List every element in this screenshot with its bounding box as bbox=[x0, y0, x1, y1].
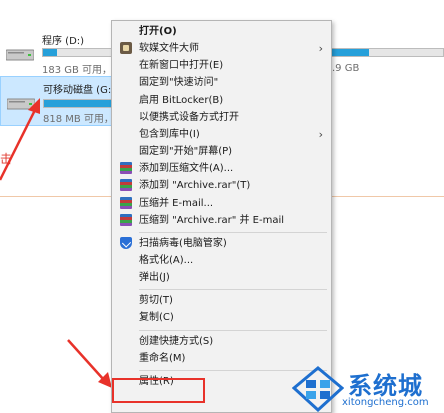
annotation-arrow-icon bbox=[67, 339, 112, 388]
context-menu-item[interactable]: 包含到库中(I) › bbox=[112, 126, 331, 143]
file-master-icon: file-master-icon bbox=[120, 42, 132, 55]
context-menu-item[interactable]: winrar-icon 压缩并 E-mail... bbox=[112, 195, 331, 212]
drive-usage-bar bbox=[330, 48, 444, 57]
watermark-url: xitongcheng.com bbox=[342, 397, 429, 408]
menu-separator bbox=[139, 289, 327, 291]
menu-item-label: 重命名(M) bbox=[139, 352, 186, 364]
drive-free-space: .9 GB bbox=[332, 63, 360, 74]
context-menu-item[interactable]: shield-icon 扫描病毒(电脑管家) bbox=[112, 235, 331, 252]
context-menu-item[interactable]: winrar-icon 压缩到 "Archive.rar" 并 E-mail bbox=[112, 212, 331, 229]
watermark: 系统城 xitongcheng.com bbox=[292, 366, 444, 412]
context-menu-item[interactable]: 格式化(A)... bbox=[112, 252, 331, 269]
menu-item-label: 添加到压缩文件(A)... bbox=[139, 163, 234, 175]
menu-item-label: 复制(C) bbox=[139, 312, 174, 324]
menu-item-label: 固定到"开始"屏幕(P) bbox=[139, 146, 233, 158]
watermark-text: 系统城 bbox=[348, 372, 423, 400]
context-menu-item[interactable]: winrar-icon 添加到 "Archive.rar"(T) bbox=[112, 177, 331, 194]
context-menu-item[interactable]: file-master-icon 软媒文件大师 › bbox=[112, 40, 331, 57]
menu-item-label: 固定到"快速访问" bbox=[139, 77, 219, 89]
menu-item-label: 弹出(J) bbox=[139, 272, 170, 284]
context-menu-item[interactable]: 重命名(M) bbox=[112, 350, 331, 367]
context-menu-item[interactable]: 启用 BitLocker(B) bbox=[112, 92, 331, 109]
context-menu-item[interactable]: 复制(C) bbox=[112, 309, 331, 326]
winrar-icon: winrar-icon bbox=[120, 179, 132, 192]
menu-item-label: 格式化(A)... bbox=[139, 254, 194, 266]
menu-item-label: 剪切(T) bbox=[139, 295, 173, 307]
menu-separator bbox=[139, 329, 327, 331]
context-menu-item[interactable]: 打开(O) bbox=[112, 23, 331, 40]
menu-item-label: 扫描病毒(电脑管家) bbox=[139, 237, 227, 249]
menu-item-label: 软媒文件大师 bbox=[139, 43, 199, 55]
site-logo-icon bbox=[292, 366, 344, 412]
chevron-right-icon: › bbox=[318, 127, 323, 141]
menu-item-label: 启用 BitLocker(B) bbox=[139, 94, 224, 106]
file-explorer-drives-view: 程序 (D:) 183 GB 可用，共 可移动磁盘 (G:) 818 MB 可用… bbox=[0, 0, 444, 413]
annotation-highlight-box bbox=[112, 378, 205, 403]
menu-item-label: 压缩并 E-mail... bbox=[139, 197, 214, 209]
menu-item-label: 打开(O) bbox=[139, 26, 177, 37]
annotation-arrow-icon bbox=[0, 98, 40, 181]
menu-item-label: 以便携式设备方式打开 bbox=[139, 111, 239, 123]
drive-name: 程序 (D:) bbox=[42, 36, 85, 47]
context-menu-item[interactable]: 在新窗口中打开(E) bbox=[112, 57, 331, 74]
chevron-right-icon: › bbox=[318, 42, 323, 56]
drive-name: 可移动磁盘 (G:) bbox=[43, 85, 116, 96]
context-menu-item[interactable]: winrar-icon 添加到压缩文件(A)... bbox=[112, 160, 331, 177]
drive-usage-bar bbox=[42, 48, 120, 57]
context-menu-item[interactable]: 固定到"开始"屏幕(P) bbox=[112, 143, 331, 160]
menu-item-label: 包含到库中(I) bbox=[139, 128, 200, 140]
menu-item-label: 在新窗口中打开(E) bbox=[139, 60, 224, 72]
winrar-icon: winrar-icon bbox=[120, 196, 132, 209]
drive-tile-d[interactable]: 程序 (D:) 183 GB 可用，共 bbox=[0, 26, 122, 78]
menu-separator bbox=[139, 231, 327, 233]
drive-usage-bar bbox=[43, 99, 121, 108]
shield-icon: shield-icon bbox=[120, 236, 132, 249]
menu-item-label: 创建快捷方式(S) bbox=[139, 335, 214, 347]
context-menu-item[interactable]: 以便携式设备方式打开 bbox=[112, 109, 331, 126]
winrar-icon: winrar-icon bbox=[120, 162, 132, 175]
context-menu: 打开(O) file-master-icon 软媒文件大师 › 在新窗口中打开(E) 固定… bbox=[111, 20, 332, 413]
context-menu-item[interactable]: 剪切(T) bbox=[112, 292, 331, 309]
menu-item-label: 添加到 "Archive.rar"(T) bbox=[139, 180, 251, 192]
context-menu-item[interactable]: 创建快捷方式(S) bbox=[112, 333, 331, 350]
menu-item-label: 压缩到 "Archive.rar" 并 E-mail bbox=[139, 214, 285, 226]
context-menu-item[interactable]: 弹出(J) bbox=[112, 269, 331, 286]
hard-drive-icon bbox=[6, 49, 34, 61]
context-menu-item[interactable]: 固定到"快速访问" bbox=[112, 74, 331, 91]
winrar-icon: winrar-icon bbox=[120, 213, 132, 226]
